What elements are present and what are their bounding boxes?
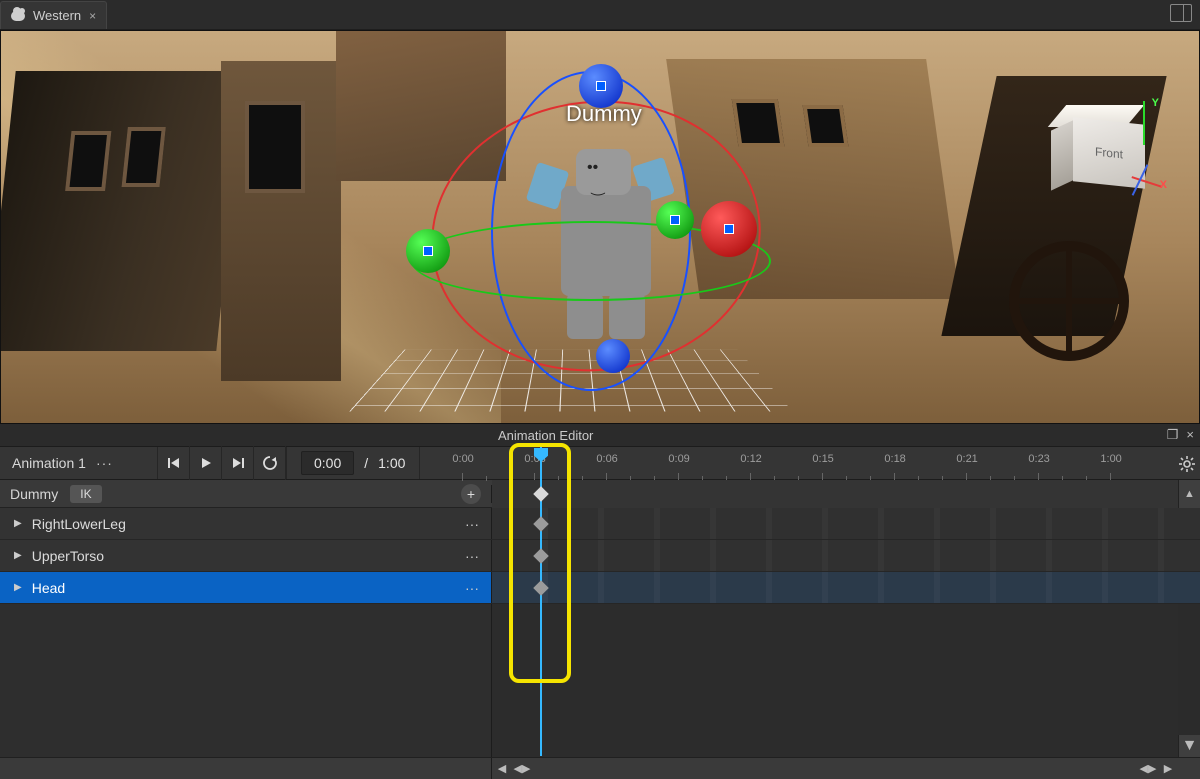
viewport-3d[interactable]: Dummy •• ‿ Front Y X xyxy=(0,30,1200,424)
cloud-icon xyxy=(11,11,25,21)
axis-label-y: Y xyxy=(1152,97,1159,109)
window xyxy=(245,101,305,193)
time-display: 0:00 / 1:00 xyxy=(287,447,420,479)
viewcube-right[interactable] xyxy=(1051,119,1075,190)
current-time[interactable]: 0:00 xyxy=(301,451,354,475)
ruler-tick-label: 1:00 xyxy=(1100,453,1121,465)
track-lane[interactable] xyxy=(492,540,1200,571)
play-button[interactable] xyxy=(190,446,222,480)
animation-name-cell[interactable]: Animation 1 ··· xyxy=(0,447,158,479)
track-row[interactable]: ▶ RightLowerLeg ··· xyxy=(0,508,1200,540)
chevron-right-icon: ▶ xyxy=(14,582,22,593)
building xyxy=(0,71,246,351)
track-name: Head xyxy=(32,580,65,596)
scroll-up-button[interactable]: ▲ xyxy=(1178,480,1200,508)
ruler-tick-label: 0:21 xyxy=(956,453,977,465)
track-menu-icon[interactable]: ··· xyxy=(465,548,479,564)
rotate-handle-y[interactable] xyxy=(656,201,694,239)
summary-track-lane[interactable] xyxy=(492,480,1178,508)
animation-editor-title: Animation Editor xyxy=(498,428,593,443)
tab-western[interactable]: Western × xyxy=(0,1,107,29)
close-icon[interactable]: × xyxy=(1186,427,1194,443)
window xyxy=(803,105,849,147)
transport-controls xyxy=(158,447,287,479)
animation-menu-icon[interactable]: ··· xyxy=(96,455,113,471)
popout-icon[interactable]: ❐ xyxy=(1167,427,1179,443)
document-tab-bar: Western × xyxy=(0,0,1200,30)
close-icon[interactable]: × xyxy=(89,9,96,23)
go-to-start-button[interactable] xyxy=(158,446,190,480)
chevron-right-icon: ▶ xyxy=(14,550,22,561)
ik-toggle-button[interactable]: IK xyxy=(70,485,101,503)
track-name: RightLowerLeg xyxy=(32,516,126,532)
scroll-left-button[interactable]: ◀ xyxy=(492,759,512,779)
dock-layout-icon[interactable] xyxy=(1170,4,1192,22)
time-separator: / xyxy=(364,455,368,471)
scroll-down-button[interactable]: ▼ xyxy=(1178,735,1200,757)
rotate-handle-y[interactable] xyxy=(406,229,450,273)
tab-title: Western xyxy=(33,8,81,23)
track-row[interactable]: ▶ Head ··· xyxy=(0,572,1200,604)
ruler-tick-label: 0:00 xyxy=(452,453,473,465)
window xyxy=(732,99,785,147)
ruler-tick-label: 0:06 xyxy=(596,453,617,465)
window xyxy=(65,131,111,191)
track-lane[interactable] xyxy=(492,572,1200,603)
view-cube[interactable]: Front Y X xyxy=(1051,101,1163,201)
empty-timeline-area: ▼ xyxy=(0,604,1200,757)
chevron-right-icon: ▶ xyxy=(14,518,22,529)
rotate-handle-z[interactable] xyxy=(596,339,630,373)
scroll-right-button[interactable]: ▶ xyxy=(1158,759,1178,779)
ruler-tick-label: 0:15 xyxy=(812,453,833,465)
track-list: ▶ RightLowerLeg ··· ▶ UpperTorso ··· ▶ Head ··· xyxy=(0,508,1200,604)
ruler-tick-label: 0:12 xyxy=(740,453,761,465)
ruler-tick-label: 0:18 xyxy=(884,453,905,465)
building xyxy=(221,61,341,381)
ruler-tick-label: 0:23 xyxy=(1028,453,1049,465)
track-row[interactable]: ▶ UpperTorso ··· xyxy=(0,540,1200,572)
loop-button[interactable] xyxy=(254,446,286,480)
track-menu-icon[interactable]: ··· xyxy=(465,580,479,596)
window xyxy=(122,127,166,187)
track-menu-icon[interactable]: ··· xyxy=(465,516,479,532)
add-track-button[interactable]: + xyxy=(461,484,481,504)
total-time[interactable]: 1:00 xyxy=(378,455,405,471)
ruler-tick-label: 0:09 xyxy=(668,453,689,465)
wagon-wheel xyxy=(1009,241,1129,361)
scroll-grip-right[interactable]: ◀▶ xyxy=(1138,759,1158,779)
axis-line-y xyxy=(1143,101,1145,145)
rotate-handle-x[interactable] xyxy=(701,201,757,257)
rig-name[interactable]: Dummy xyxy=(10,486,58,502)
rotate-handle-z[interactable] xyxy=(579,64,623,108)
timeline-settings-icon[interactable] xyxy=(1178,455,1196,473)
go-to-end-button[interactable] xyxy=(222,446,254,480)
timeline-footer: ◀ ◀▶ ◀▶ ▶ xyxy=(0,757,1200,779)
rig-summary-row: Dummy IK + ▲ xyxy=(0,480,1200,508)
track-lane[interactable] xyxy=(492,508,1200,539)
scroll-grip-left[interactable]: ◀▶ xyxy=(512,759,532,779)
annotation-highlight xyxy=(509,443,571,683)
track-name: UpperTorso xyxy=(32,548,104,564)
animation-controls-bar: Animation 1 ··· 0:00 / 1:00 0:000:030:06… xyxy=(0,446,1200,480)
axis-label-x: X xyxy=(1160,179,1167,191)
animation-name: Animation 1 xyxy=(12,455,86,471)
animation-editor-titlebar: Animation Editor ❐ × xyxy=(0,424,1200,446)
